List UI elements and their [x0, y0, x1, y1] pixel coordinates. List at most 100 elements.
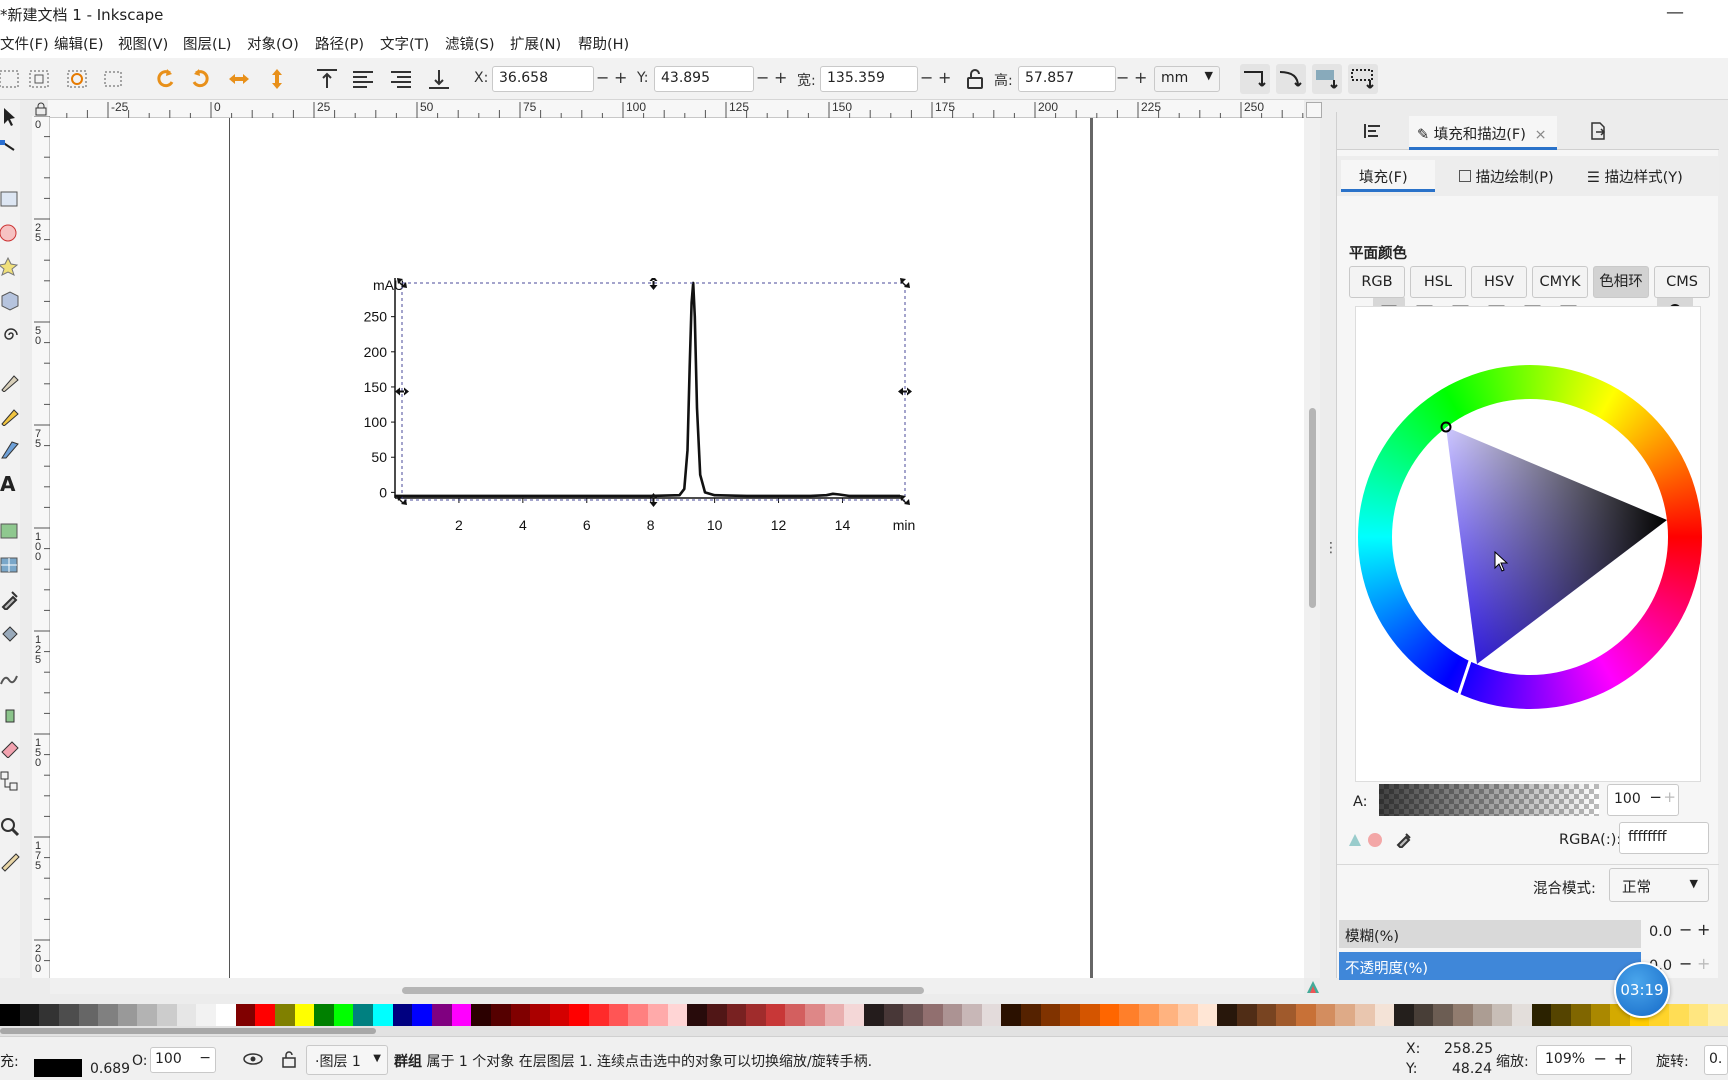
palette-swatch[interactable] — [1060, 1004, 1081, 1026]
palette-swatch[interactable] — [922, 1004, 944, 1026]
spray-tool-icon[interactable] — [0, 702, 20, 724]
palette-swatch[interactable] — [157, 1004, 178, 1026]
pen-tool-icon[interactable] — [0, 370, 20, 393]
menu-view[interactable]: 视图(V) — [118, 33, 168, 54]
palette-swatch[interactable] — [1570, 1004, 1592, 1026]
palette-swatch[interactable] — [1374, 1004, 1395, 1026]
tab-stroke-paint[interactable]: 描边绘制(P) — [1459, 166, 1554, 187]
mode-cms-button[interactable]: CMS — [1654, 266, 1710, 298]
palette-swatch[interactable] — [98, 1004, 119, 1026]
palette-swatch[interactable] — [216, 1004, 237, 1026]
tab-stroke-style[interactable]: ☰ 描边样式(Y) — [1587, 166, 1683, 187]
tab-fill[interactable]: 填充(F) — [1341, 160, 1435, 192]
x-minus-button[interactable]: − — [596, 68, 609, 87]
select-all-icon[interactable] — [0, 66, 22, 92]
selector-tool-icon[interactable] — [0, 106, 20, 128]
palette-swatch[interactable] — [1099, 1004, 1120, 1026]
visibility-eye-icon[interactable] — [242, 1049, 264, 1069]
menu-text[interactable]: 文字(T) — [380, 33, 429, 54]
palette-swatch[interactable] — [1256, 1004, 1277, 1026]
width-plus-button[interactable]: + — [938, 68, 951, 87]
palette-swatch[interactable] — [942, 1004, 963, 1026]
scale-gradient-icon[interactable] — [1312, 64, 1342, 94]
palette-swatch[interactable] — [706, 1004, 728, 1026]
alpha-slider[interactable] — [1379, 784, 1599, 816]
palette-swatch[interactable] — [1021, 1004, 1042, 1026]
text-tool-icon[interactable]: A — [0, 472, 20, 496]
rgba-input[interactable]: ffffffff — [1619, 822, 1709, 854]
raise-to-top-icon[interactable] — [314, 66, 340, 92]
chromatogram-chart[interactable]: 250200150100500mAU2 4 6 8 10 12 14 min — [320, 278, 1020, 718]
palette-swatch[interactable] — [1472, 1004, 1493, 1026]
connector-tool-icon[interactable] — [0, 770, 20, 792]
palette-swatch[interactable] — [196, 1004, 217, 1026]
palette-swatch[interactable] — [0, 1004, 21, 1026]
eraser-tool-icon[interactable] — [0, 736, 20, 759]
palette-swatch[interactable] — [824, 1004, 845, 1026]
palette-swatch[interactable] — [274, 1004, 296, 1026]
palette-swatch[interactable] — [981, 1004, 1002, 1026]
x-input[interactable]: 36.658 — [492, 66, 594, 92]
palette-swatch[interactable] — [471, 1004, 492, 1026]
select-same-icon[interactable] — [64, 66, 90, 92]
layer-select[interactable]: ·图层 1 ▼ — [306, 1045, 388, 1075]
alpha-minus-button[interactable]: − — [1649, 788, 1662, 806]
pencil-tool-icon[interactable] — [0, 404, 20, 427]
palette-scrollbar[interactable] — [0, 1026, 1728, 1036]
palette-swatch[interactable] — [628, 1004, 649, 1026]
palette-swatch[interactable] — [903, 1004, 924, 1026]
palette-swatch[interactable] — [235, 1004, 256, 1026]
palette-swatch[interactable] — [1276, 1004, 1297, 1026]
palette-swatch[interactable] — [648, 1004, 669, 1026]
palette-swatch[interactable] — [1335, 1004, 1356, 1026]
palette-swatch[interactable] — [1237, 1004, 1258, 1026]
zoom-minus-button[interactable]: − — [1594, 1049, 1607, 1068]
palette-swatch[interactable] — [1551, 1004, 1572, 1026]
flip-horizontal-icon[interactable] — [226, 66, 252, 92]
menu-edit[interactable]: 编辑(E) — [54, 33, 103, 54]
vertical-ruler[interactable]: 0 25 50 75 100 125 150 175 200 — [32, 115, 50, 982]
palette-swatch[interactable] — [314, 1004, 335, 1026]
horizontal-scrollbar[interactable] — [50, 978, 1304, 994]
width-minus-button[interactable]: − — [920, 68, 933, 87]
palette-swatch[interactable] — [1158, 1004, 1179, 1026]
palette-swatch[interactable] — [1296, 1004, 1317, 1026]
palette-swatch[interactable] — [490, 1004, 512, 1026]
palette-swatch[interactable] — [569, 1004, 590, 1026]
deselect-icon[interactable] — [100, 66, 126, 92]
tweak-tool-icon[interactable] — [0, 668, 20, 690]
palette-swatch[interactable] — [805, 1004, 826, 1026]
y-input[interactable]: 43.895 — [654, 66, 754, 92]
width-input[interactable]: 135.359 — [820, 66, 918, 92]
palette-swatch[interactable] — [1512, 1004, 1533, 1026]
palette-swatch[interactable] — [117, 1004, 138, 1026]
x-plus-button[interactable]: + — [614, 68, 627, 87]
height-minus-button[interactable]: − — [1116, 68, 1129, 87]
mode-hsv-button[interactable]: HSV — [1471, 266, 1527, 298]
transform-handle-n[interactable] — [649, 278, 658, 290]
palette-swatch[interactable] — [608, 1004, 629, 1026]
panel-splitter-handle[interactable]: ⋮ — [1324, 540, 1338, 560]
palette-swatch[interactable] — [844, 1004, 865, 1026]
palette-swatch[interactable] — [392, 1004, 413, 1026]
export-dialog-icon[interactable] — [1589, 122, 1607, 140]
palette-swatch[interactable] — [667, 1004, 688, 1026]
align-dialog-icon[interactable] — [1363, 122, 1383, 140]
palette-swatch[interactable] — [883, 1004, 904, 1026]
palette-swatch[interactable] — [1217, 1004, 1238, 1026]
color-palette[interactable] — [0, 1004, 1728, 1026]
mode-cmyk-button[interactable]: CMYK — [1532, 266, 1588, 298]
color-picker-icon[interactable] — [1395, 830, 1413, 848]
palette-swatch[interactable] — [451, 1004, 472, 1026]
vertical-scrollbar[interactable] — [1304, 118, 1320, 978]
rotate-cw-icon[interactable] — [188, 66, 214, 92]
palette-scroll-thumb[interactable] — [0, 1028, 376, 1034]
vertical-scroll-thumb[interactable] — [1309, 408, 1316, 608]
y-minus-button[interactable]: − — [756, 68, 769, 87]
palette-swatch[interactable] — [412, 1004, 433, 1026]
palette-swatch[interactable] — [1688, 1004, 1709, 1026]
rotate-input[interactable]: 0. — [1704, 1045, 1728, 1075]
opacity-short-minus-button[interactable]: − — [199, 1050, 211, 1066]
palette-swatch[interactable] — [176, 1004, 197, 1026]
palette-swatch[interactable] — [746, 1004, 767, 1026]
